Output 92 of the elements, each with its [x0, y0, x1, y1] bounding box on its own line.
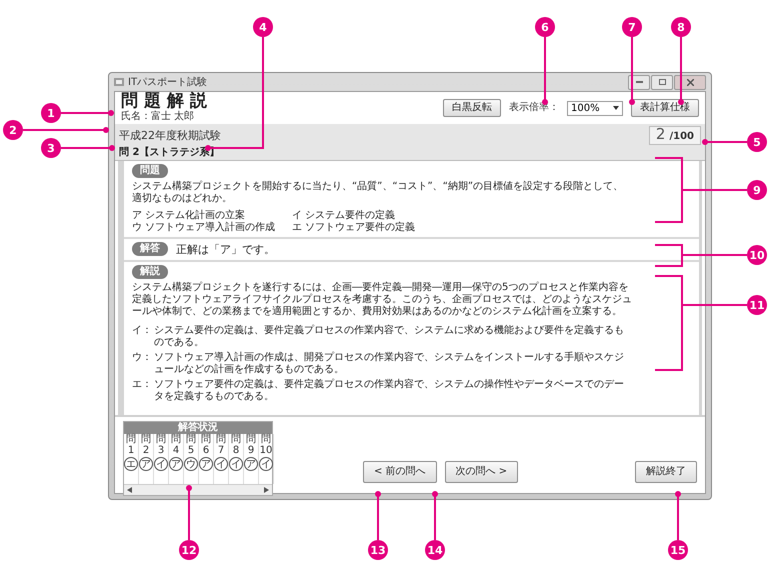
answer-status-title: 解答状況 — [124, 422, 272, 434]
question-text: システム構築プロジェクトを開始するに当たり、“品質”、“コスト”、“納期”の目標値を設定する段階として、適切なものはどれか。 — [132, 181, 624, 205]
invert-colors-button[interactable]: 白黒反転 — [443, 99, 501, 117]
maximize-button[interactable] — [651, 74, 673, 90]
question-tag: 問題 — [132, 164, 168, 178]
note-mark: イ： — [132, 325, 153, 338]
question-number[interactable]: 4 — [172, 445, 180, 456]
question-label[interactable]: 問 — [141, 434, 151, 445]
callout-number: 15 — [668, 540, 688, 560]
explanation-tag: 解説 — [132, 265, 168, 279]
question-number[interactable]: 2 — [142, 445, 150, 456]
screen-title: 問 題 解 説 — [121, 91, 207, 111]
end-explanation-button[interactable]: 解説終了 — [635, 461, 697, 483]
question-label[interactable]: 問 — [186, 434, 196, 445]
callout-number: 11 — [747, 295, 767, 315]
answer-mark: ア — [139, 457, 153, 471]
leader-line — [702, 139, 747, 145]
window-title: ITパスポート試験 — [128, 76, 208, 89]
answer-mark: ウ — [184, 457, 198, 471]
note-text: システム要件の定義は、要件定義プロセスの作業内容で、システムに求める機能および要件を定義するものである。 — [154, 325, 625, 349]
scroll-left-icon[interactable] — [127, 487, 132, 493]
dropdown-icon — [613, 106, 619, 110]
callout-number: 8 — [671, 17, 691, 37]
previous-question-button[interactable]: < 前の問へ — [363, 461, 437, 483]
callout-number: 13 — [368, 540, 388, 560]
minimize-icon — [636, 81, 642, 83]
current-question-number: 2 — [656, 127, 666, 142]
callout-number: 10 — [747, 245, 767, 265]
question-number[interactable]: 7 — [218, 445, 224, 456]
examinee-name: 氏名：富士 太郎 — [121, 111, 196, 123]
horizontal-scrollbar[interactable] — [124, 484, 272, 495]
callout-number: 2 — [3, 120, 23, 140]
question-number[interactable]: 5 — [188, 445, 194, 456]
note-text: ソフトウェア導入計画の作成は、開発プロセスの作業内容で、システムをインストールする手順やスケジュールなどの計画を作成するものである。 — [154, 352, 625, 376]
question-label[interactable]: 問 — [216, 434, 226, 445]
leader-line — [675, 491, 681, 540]
answer-mark: エ — [124, 457, 138, 471]
leader-line — [375, 491, 381, 540]
callout-number: 5 — [747, 132, 767, 152]
close-button[interactable] — [674, 74, 706, 90]
leader-line — [186, 485, 192, 540]
question-label[interactable]: 問 — [231, 434, 241, 445]
callout-number: 3 — [41, 138, 61, 158]
question-number[interactable]: 8 — [232, 445, 240, 456]
question-label[interactable]: 問 — [171, 434, 181, 445]
callout-number: 12 — [179, 540, 199, 560]
answer-mark: ア — [199, 457, 213, 471]
answer-choice: ウ ソフトウェア導入計画の作成 — [132, 222, 276, 234]
question-number[interactable]: 3 — [158, 445, 164, 456]
answer-mark: イ — [229, 457, 243, 471]
question-number[interactable]: 1 — [128, 445, 134, 456]
answer-mark: イ — [214, 457, 228, 471]
callout-number: 7 — [622, 17, 642, 37]
leader-line — [432, 491, 438, 540]
callout-number: 14 — [425, 540, 445, 560]
note-mark: ウ： — [132, 352, 153, 365]
leader-line — [61, 145, 115, 151]
exam-name: 平成22年度秋期試験 — [119, 128, 221, 142]
callout-number: 6 — [535, 17, 555, 37]
callout-number: 1 — [41, 103, 61, 123]
note-text: ソフトウェア要件の定義は、要件定義プロセスの作業内容で、システムの操作性やデータベースでのデータを定義するものである。 — [154, 379, 625, 403]
close-icon — [686, 78, 694, 86]
note-mark: エ： — [132, 379, 153, 392]
question-label[interactable]: 問 — [201, 434, 211, 445]
answer-mark: ア — [169, 457, 183, 471]
app-icon — [114, 78, 124, 86]
answer-mark: イ — [259, 457, 273, 471]
leader-line — [629, 37, 635, 105]
scroll-right-icon[interactable] — [264, 487, 269, 493]
answer-choice: ア システム化計画の立案 — [132, 210, 246, 222]
question-number[interactable]: 10 — [260, 445, 272, 456]
maximize-icon — [658, 79, 666, 85]
question-label[interactable]: 問 — [261, 434, 271, 445]
question-label[interactable]: 問 — [156, 434, 166, 445]
callout-number: 9 — [747, 180, 767, 200]
question-number[interactable]: 9 — [248, 445, 254, 456]
answer-mark: ア — [244, 457, 258, 471]
minimize-button[interactable] — [628, 74, 650, 90]
question-label[interactable]: 問 — [246, 434, 256, 445]
next-question-button[interactable]: 次の問へ > — [444, 461, 518, 483]
question-label[interactable]: 問 — [126, 434, 136, 445]
answer-tag: 解答 — [132, 242, 168, 256]
total-questions: /100 — [669, 130, 694, 144]
explanation-text: システム構築プロジェクトを遂行するには、企画―要件定義―開発―運用―保守の5つのプロセスと作業内容を定義したソフトウェアライフサイクルプロセスを考慮する。このうち、企画プロセスでは、どのようなスケジュールや体制で、どの業務までを適用範囲とするか、費用対効果はあるのかなどのシステム化計画を立案する。 — [132, 282, 632, 318]
zoom-select[interactable]: 100% — [567, 100, 623, 116]
answer-choice: エ ソフトウェア要件の定義 — [292, 222, 416, 234]
leader-line — [61, 110, 114, 116]
callout-number: 4 — [253, 17, 273, 37]
question-number[interactable]: 6 — [202, 445, 210, 456]
answer-mark: イ — [154, 457, 168, 471]
answer-choice: イ システム要件の定義 — [292, 210, 396, 222]
correct-answer-text: 正解は「ア」です。 — [176, 242, 275, 257]
